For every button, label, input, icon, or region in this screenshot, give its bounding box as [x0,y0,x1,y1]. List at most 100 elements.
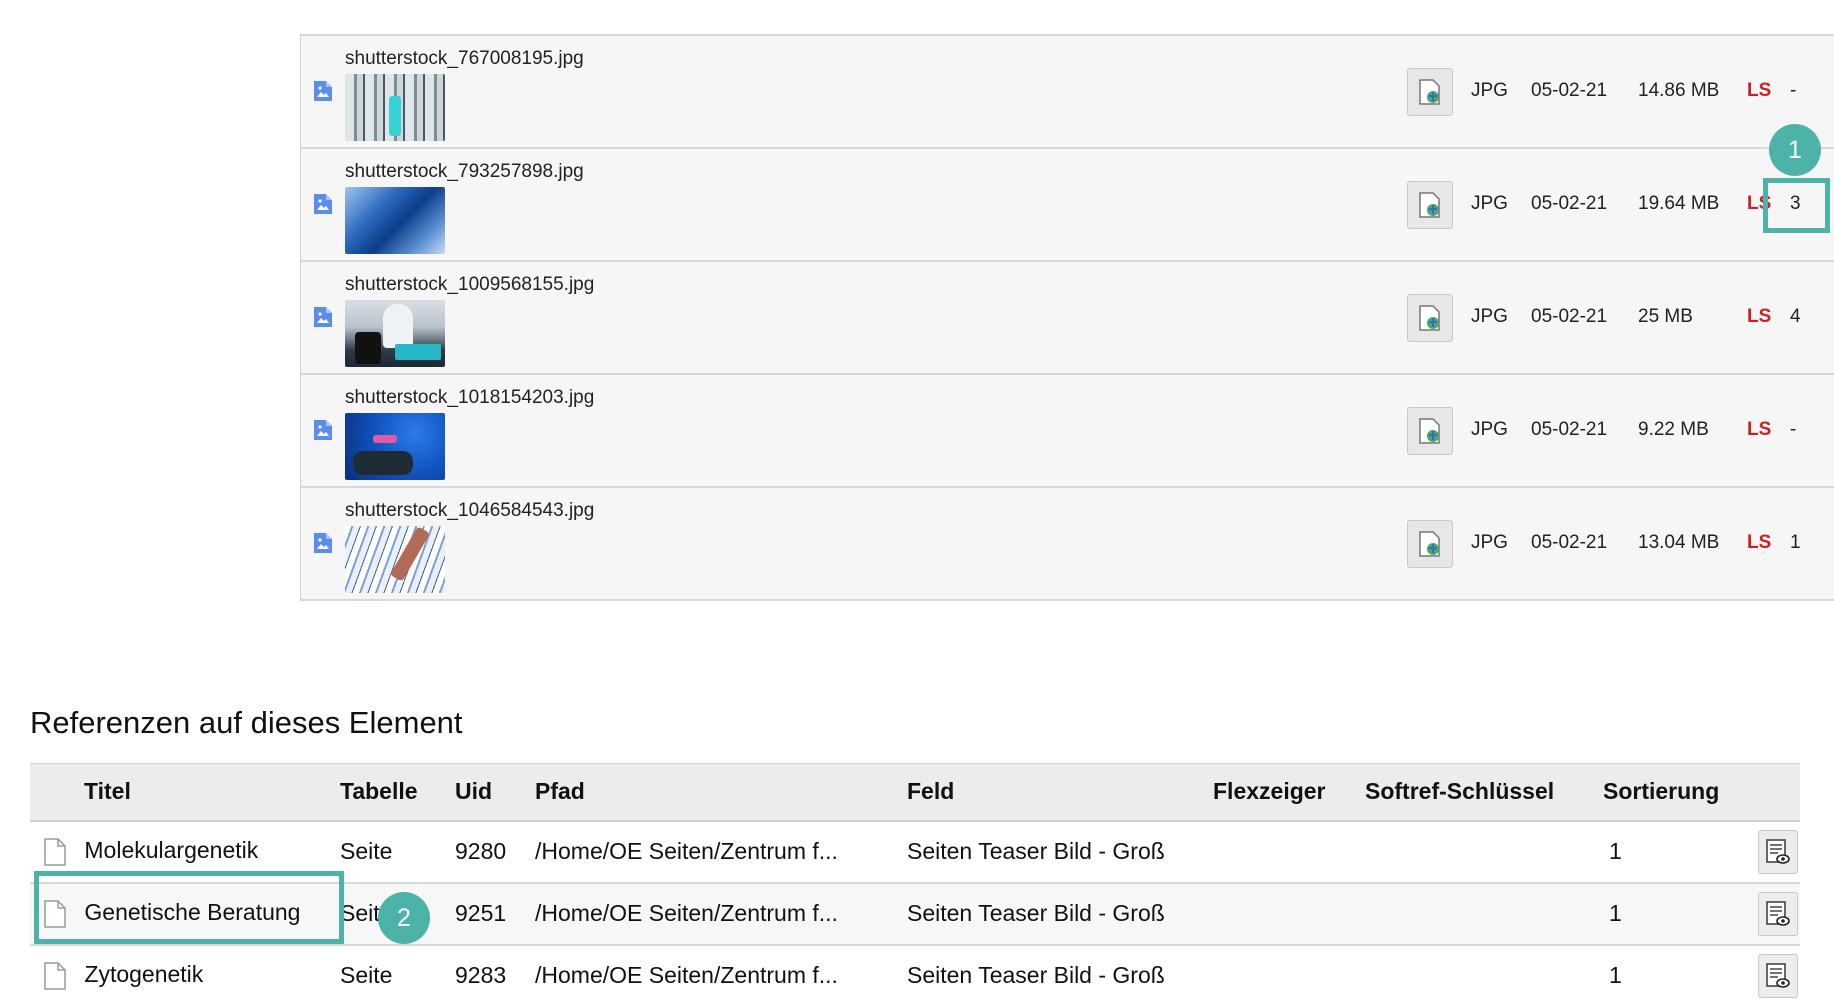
view-record-button[interactable] [1758,829,1798,874]
column-header-flexzeiger[interactable]: Flexzeiger [1213,763,1365,822]
reference-count[interactable]: 4 [1790,306,1801,328]
reference-count[interactable]: - [1790,419,1796,441]
reference-title[interactable]: Molekulargenetik [84,837,258,863]
file-thumbnail[interactable] [345,300,445,367]
file-name[interactable]: shutterstock_767008195.jpg [345,48,584,70]
tabelle-cell: Seite [340,820,455,884]
column-header-uid[interactable]: Uid [455,763,535,822]
column-header-pfad[interactable]: Pfad [535,763,907,822]
column-header-titel[interactable]: Titel [30,763,340,822]
reference-count[interactable]: 1 [1790,532,1801,554]
softref-cell [1365,882,1603,946]
image-file-icon[interactable] [313,419,333,441]
column-header-softref[interactable]: Softref-Schlüssel [1365,763,1603,822]
file-name[interactable]: shutterstock_1046584543.jpg [345,500,594,522]
titel-cell[interactable]: Zytogenetik [30,944,340,1006]
column-header-tabelle[interactable]: Tabelle [340,763,455,822]
action-cell [1758,820,1800,884]
softref-cell [1365,820,1603,884]
file-name[interactable]: shutterstock_1009568155.jpg [345,274,594,296]
file-row[interactable]: shutterstock_1018154203.jpg JPG 05-02-21… [301,375,1834,488]
softref-cell [1365,944,1603,1006]
file-info-button[interactable] [1407,181,1453,229]
file-name[interactable]: shutterstock_793257898.jpg [345,161,584,183]
highlight-box-reference-count [1763,178,1830,233]
sortierung-cell: 1 [1603,944,1758,1006]
file-row[interactable]: shutterstock_793257898.jpg JPG 05-02-21 … [301,149,1834,262]
flexzeiger-cell [1213,944,1365,1006]
column-header-actions [1758,763,1800,822]
uid-cell: 9283 [455,944,535,1006]
file-info-icon [1419,418,1440,444]
flexzeiger-cell [1213,820,1365,884]
file-type: JPG [1471,419,1508,440]
file-list: shutterstock_767008195.jpg JPG 05-02-21 … [300,34,1834,601]
file-info-icon [1419,79,1440,105]
pfad-cell: /Home/OE Seiten/Zentrum f... [535,820,907,884]
file-name[interactable]: shutterstock_1018154203.jpg [345,387,594,409]
uid-cell: 9251 [455,882,535,946]
file-date: 05-02-21 [1531,80,1608,101]
annotation-badge-1: 1 [1769,124,1821,176]
file-thumbnail[interactable] [345,413,445,480]
view-record-button[interactable] [1758,891,1798,936]
annotation-badge-2: 2 [378,892,430,944]
feld-cell: Seiten Teaser Bild - Groß [907,882,1213,946]
language-status: LS [1747,419,1772,440]
table-row[interactable]: Zytogenetik Seite 9283 /Home/OE Seiten/Z… [30,944,1800,1006]
file-date: 05-02-21 [1531,419,1608,440]
column-header-feld[interactable]: Feld [907,763,1213,822]
image-file-icon[interactable] [313,532,333,554]
image-file-icon[interactable] [313,193,333,215]
column-header-sortierung[interactable]: Sortierung [1603,763,1758,822]
file-row[interactable]: shutterstock_767008195.jpg JPG 05-02-21 … [301,36,1834,149]
file-info-button[interactable] [1407,407,1453,455]
image-file-icon[interactable] [313,80,333,102]
file-size: 13.04 MB [1638,532,1720,553]
highlight-box-reference-title [34,871,344,944]
reference-count[interactable]: - [1790,80,1796,102]
file-info-button[interactable] [1407,68,1453,116]
file-info-icon [1419,531,1440,557]
file-row[interactable]: shutterstock_1046584543.jpg JPG 05-02-21… [301,488,1834,601]
page-document-icon [44,962,66,990]
record-view-icon [1766,962,1790,988]
file-date: 05-02-21 [1531,532,1608,553]
language-status: LS [1747,306,1772,327]
tabelle-cell: Seite [340,944,455,1006]
file-row[interactable]: shutterstock_1009568155.jpg JPG 05-02-21… [301,262,1834,375]
pfad-cell: /Home/OE Seiten/Zentrum f... [535,944,907,1006]
sortierung-cell: 1 [1603,820,1758,884]
sortierung-cell: 1 [1603,882,1758,946]
file-date: 05-02-21 [1531,306,1608,327]
feld-cell: Seiten Teaser Bild - Groß [907,820,1213,884]
file-info-button[interactable] [1407,520,1453,568]
view-record-button[interactable] [1758,953,1798,998]
file-type: JPG [1471,532,1508,553]
file-size: 25 MB [1638,306,1693,327]
file-type: JPG [1471,193,1508,214]
action-cell [1758,882,1800,946]
language-status: LS [1747,532,1772,553]
file-size: 9.22 MB [1638,419,1709,440]
language-status: LS [1747,80,1772,101]
table-header-row: Titel Tabelle Uid Pfad Feld Flexzeiger S… [30,763,1800,822]
feld-cell: Seiten Teaser Bild - Groß [907,944,1213,1006]
page: shutterstock_767008195.jpg JPG 05-02-21 … [0,0,1834,1006]
flexzeiger-cell [1213,882,1365,946]
file-info-icon [1419,192,1440,218]
reference-title[interactable]: Zytogenetik [84,961,203,987]
uid-cell: 9280 [455,820,535,884]
pfad-cell: /Home/OE Seiten/Zentrum f... [535,882,907,946]
references-heading: Referenzen auf dieses Element [30,705,463,740]
action-cell [1758,944,1800,1006]
record-view-icon [1766,900,1790,926]
file-size: 19.64 MB [1638,193,1720,214]
file-thumbnail[interactable] [345,187,445,254]
file-info-button[interactable] [1407,294,1453,342]
file-thumbnail[interactable] [345,74,445,141]
image-file-icon[interactable] [313,306,333,328]
record-view-icon [1766,838,1790,864]
page-document-icon [44,838,66,866]
file-thumbnail[interactable] [345,526,445,593]
